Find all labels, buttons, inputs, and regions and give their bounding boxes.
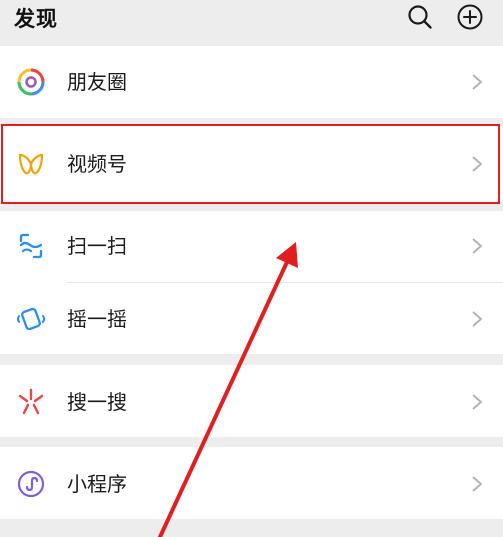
menu-item-scan[interactable]: 扫一扫 bbox=[0, 211, 503, 282]
scan-icon bbox=[19, 233, 43, 259]
search-icon bbox=[408, 5, 432, 29]
channels-icon bbox=[18, 153, 44, 175]
search-button[interactable] bbox=[405, 2, 435, 32]
section-scan-shake: 扫一扫 摇一摇 bbox=[0, 211, 503, 354]
menu-item-mini-program[interactable]: 小程序 bbox=[0, 447, 503, 519]
moments-icon bbox=[17, 68, 45, 96]
menu-item-channels[interactable]: 视频号 bbox=[0, 126, 503, 202]
menu-item-label: 搜一搜 bbox=[67, 390, 127, 414]
chevron-right-icon bbox=[472, 476, 482, 492]
menu-item-label: 朋友圈 bbox=[67, 70, 127, 94]
page-title: 发现 bbox=[14, 7, 58, 31]
discover-page: 发现 朋友圈 视频号 扫一扫 摇一摇 搜一搜 小程序 bbox=[0, 0, 503, 537]
section-mini-programs: 小程序 bbox=[0, 447, 503, 519]
section-moments: 朋友圈 bbox=[0, 46, 503, 118]
section-search: 搜一搜 bbox=[0, 365, 503, 437]
chevron-right-icon bbox=[472, 394, 482, 410]
menu-item-shake[interactable]: 摇一摇 bbox=[0, 283, 503, 354]
header-bar: 发现 bbox=[0, 0, 503, 46]
menu-item-label: 视频号 bbox=[67, 152, 127, 176]
add-icon bbox=[457, 4, 483, 30]
menu-item-moments[interactable]: 朋友圈 bbox=[0, 46, 503, 118]
menu-item-label: 扫一扫 bbox=[67, 234, 127, 258]
section-channels: 视频号 bbox=[0, 126, 503, 202]
chevron-right-icon bbox=[472, 311, 482, 327]
add-button[interactable] bbox=[455, 2, 485, 32]
chevron-right-icon bbox=[472, 238, 482, 254]
chevron-right-icon bbox=[472, 74, 482, 90]
chevron-right-icon bbox=[472, 156, 482, 172]
shake-icon bbox=[17, 307, 45, 331]
search-feature-icon bbox=[18, 388, 44, 415]
mini-program-icon bbox=[17, 470, 45, 498]
menu-item-label: 摇一摇 bbox=[67, 307, 127, 331]
menu-item-search[interactable]: 搜一搜 bbox=[0, 365, 503, 437]
menu-item-label: 小程序 bbox=[67, 472, 127, 496]
